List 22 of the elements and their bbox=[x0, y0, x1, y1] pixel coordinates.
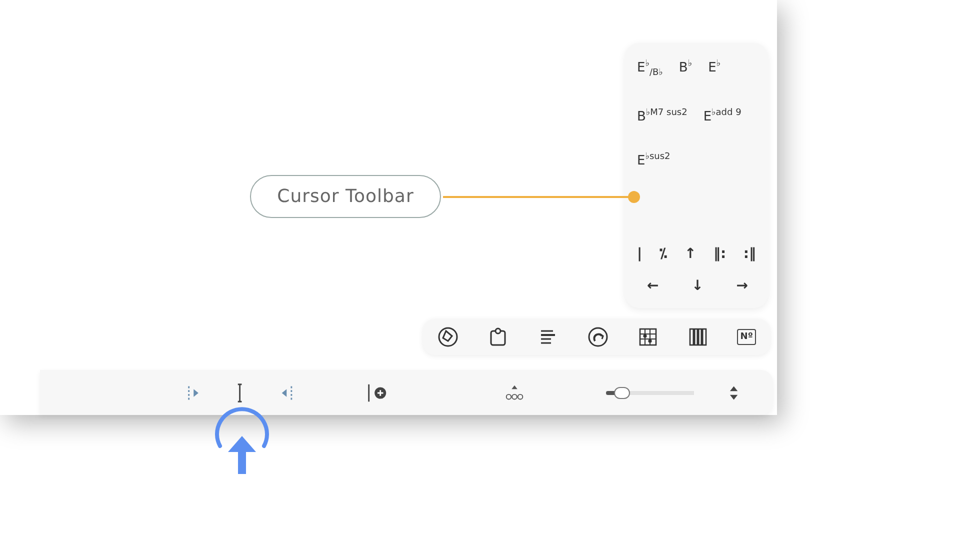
arrow-key[interactable]: → bbox=[736, 278, 748, 294]
pen-nib-icon[interactable] bbox=[437, 326, 460, 348]
bar-symbol[interactable]: ↑ bbox=[684, 246, 696, 262]
bar-symbol[interactable]: ⁒ bbox=[659, 246, 668, 262]
rotate-icon[interactable] bbox=[587, 326, 610, 348]
up-arrow-drawing bbox=[212, 406, 272, 476]
number-button[interactable]: Nº bbox=[737, 329, 756, 345]
chord-symbol[interactable]: E$^{♭}$ bbox=[708, 55, 721, 82]
insert-cursor-icon[interactable] bbox=[365, 382, 388, 404]
arrow-key[interactable]: ← bbox=[647, 278, 659, 294]
stepper-icon[interactable] bbox=[729, 384, 739, 400]
piano-keys-icon[interactable] bbox=[687, 326, 710, 348]
bar-symbol[interactable]: | bbox=[637, 246, 642, 262]
callout-label: Cursor Toolbar bbox=[250, 175, 441, 218]
chord-symbol[interactable]: E$^{♭add 9}$ bbox=[703, 104, 742, 126]
arrow-key[interactable]: ↓ bbox=[692, 278, 704, 294]
bar-symbol[interactable]: ‖: bbox=[714, 246, 726, 262]
chord-symbol[interactable]: B$^{♭}$ bbox=[678, 55, 692, 82]
bar-symbol[interactable]: :‖ bbox=[743, 246, 756, 262]
chord-symbol[interactable]: B$^{♭M7 sus2}$ bbox=[637, 104, 688, 126]
chord-grid-icon[interactable] bbox=[637, 326, 660, 348]
chord-symbol[interactable]: E$^{♭sus2}$ bbox=[637, 148, 670, 171]
